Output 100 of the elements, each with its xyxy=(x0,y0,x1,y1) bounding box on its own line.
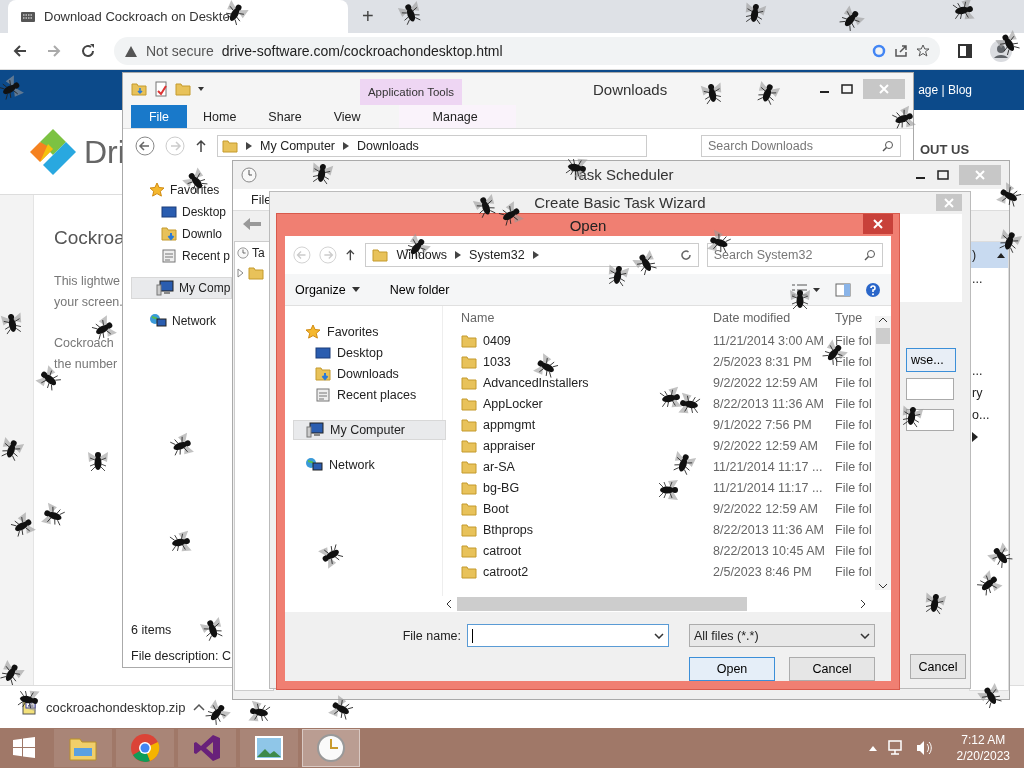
reload-icon[interactable] xyxy=(80,43,96,59)
caret-icon[interactable] xyxy=(193,703,206,711)
file-name: 1033 xyxy=(483,354,511,369)
nav-item[interactable]: Desktop xyxy=(305,345,442,361)
nav-link[interactable]: OUT US xyxy=(920,142,970,157)
open-button[interactable]: Open xyxy=(689,657,775,681)
file-row[interactable]: 0409 11/21/2014 3:00 AM File fol xyxy=(461,330,875,351)
chevron-icon[interactable] xyxy=(455,251,462,259)
file-row[interactable]: 1033 2/5/2023 8:31 PM File fol xyxy=(461,351,875,372)
star-icon[interactable] xyxy=(916,44,930,58)
refresh-icon[interactable] xyxy=(679,249,692,261)
file-tab[interactable]: File xyxy=(131,105,187,128)
properties-icon[interactable] xyxy=(153,81,169,97)
header-links[interactable]: age | Blog xyxy=(918,83,972,97)
share-icon[interactable] xyxy=(894,44,908,58)
organize-button[interactable]: Organize xyxy=(295,282,360,297)
ribbon-tab[interactable]: View xyxy=(317,105,377,128)
scroll-down-icon[interactable] xyxy=(878,582,888,590)
close-icon[interactable] xyxy=(863,214,893,234)
browse-button[interactable]: wse... xyxy=(906,348,956,372)
new-folder-icon xyxy=(175,82,191,96)
date-cell-text: 11/21/2014 11:17 ... xyxy=(713,480,824,495)
action-item[interactable]: o... xyxy=(970,404,1008,426)
file-type-dropdown[interactable]: All files (*.*) xyxy=(689,624,875,647)
dropdown-icon[interactable] xyxy=(197,85,205,93)
new-folder-button[interactable]: New folder xyxy=(389,282,450,297)
file-row[interactable]: appraiser 9/2/2022 12:59 AM File fol xyxy=(461,435,875,456)
chevron-icon[interactable] xyxy=(246,142,252,150)
action-item[interactable]: ... xyxy=(970,360,1008,382)
actions-header[interactable]: ) xyxy=(970,242,1008,268)
maximize-icon[interactable] xyxy=(937,170,949,180)
action-item[interactable]: ... xyxy=(970,268,1008,290)
nav-item[interactable]: My Comp xyxy=(131,277,232,299)
scroll-thumb[interactable] xyxy=(876,328,890,344)
star-icon xyxy=(305,324,321,340)
file-row[interactable]: Bthprops 8/22/2013 11:36 AM File fol xyxy=(461,519,875,540)
scroll-up-icon[interactable] xyxy=(878,316,888,324)
nav-item[interactable]: Network xyxy=(305,457,442,473)
nav-item[interactable]: Recent places xyxy=(305,387,442,403)
taskbar-button[interactable] xyxy=(178,729,236,767)
submenu-arrow-icon[interactable] xyxy=(972,432,978,442)
back-icon[interactable] xyxy=(12,43,28,59)
taskbar-button[interactable] xyxy=(302,729,360,767)
ribbon-tab[interactable]: Home xyxy=(187,105,253,128)
file-row[interactable]: catroot2 2/5/2023 8:46 PM File fol xyxy=(461,561,875,582)
file-row[interactable]: AdvancedInstallers 9/2/2022 12:59 AM File fol xyxy=(461,372,875,393)
nav-item[interactable]: Network xyxy=(123,312,232,329)
address-field[interactable]: My Computer Downloads xyxy=(217,135,647,157)
windows-start-icon[interactable] xyxy=(12,736,36,760)
nav-item[interactable]: Desktop xyxy=(123,203,232,220)
taskbar-button[interactable] xyxy=(116,729,174,767)
ribbon-tab[interactable]: Share xyxy=(252,105,318,128)
file-row[interactable]: catroot 8/22/2013 10:45 AM File fol xyxy=(461,540,875,561)
cancel-button[interactable]: Cancel xyxy=(789,657,875,681)
column-header[interactable]: Name xyxy=(461,311,713,325)
column-header[interactable]: Type xyxy=(835,311,873,325)
network-icon[interactable] xyxy=(886,740,905,756)
address-bar[interactable]: Not secure drive-software.com/cockroachondesktop.html xyxy=(114,37,940,65)
computer-icon xyxy=(156,280,174,296)
taskbar-button[interactable] xyxy=(240,729,298,767)
file-row[interactable]: Boot 9/2/2022 12:59 AM File fol xyxy=(461,498,875,519)
nav-item[interactable]: Favorites xyxy=(305,324,442,340)
show-hidden-icons-icon[interactable] xyxy=(868,745,877,751)
new-tab-button[interactable]: + xyxy=(356,5,380,28)
file-row[interactable]: AppLocker 8/22/2013 11:36 AM File fol xyxy=(461,393,875,414)
download-filename[interactable]: cockroachondesktop.zip xyxy=(46,699,186,715)
nav-item[interactable]: Recent p xyxy=(123,247,232,264)
text-field[interactable] xyxy=(906,378,954,400)
help-icon[interactable] xyxy=(865,281,881,298)
file-row[interactable]: bg-BG 11/21/2014 11:17 ... File fol xyxy=(461,477,875,498)
folder-icon[interactable] xyxy=(131,81,147,97)
scroll-right-icon[interactable] xyxy=(859,599,867,609)
cancel-button[interactable]: Cancel xyxy=(910,654,966,679)
column-header[interactable]: Date modified xyxy=(713,311,835,325)
nav-item[interactable]: Downloads xyxy=(305,366,442,382)
tree-item[interactable]: Ta xyxy=(252,246,265,260)
nav-item[interactable]: My Computer xyxy=(293,420,446,440)
chevron-icon[interactable] xyxy=(532,251,539,259)
expand-icon[interactable] xyxy=(237,268,245,278)
taskbar-clock[interactable]: 7:12 AM 2/20/2023 xyxy=(956,732,1010,764)
chevron-icon[interactable] xyxy=(343,142,350,150)
nav-item[interactable]: Downlo xyxy=(123,225,232,242)
search-field[interactable]: Search Downloads xyxy=(701,135,901,157)
volume-icon[interactable] xyxy=(914,740,933,756)
file-row[interactable]: appmgmt 9/1/2022 7:56 PM File fol xyxy=(461,414,875,435)
up-icon[interactable] xyxy=(195,139,207,153)
context-ribbon-tab[interactable]: Manage xyxy=(398,105,516,128)
up-icon[interactable] xyxy=(344,248,356,262)
maximize-icon[interactable] xyxy=(841,84,853,94)
back-icon[interactable] xyxy=(135,136,155,156)
file-row[interactable]: ar-SA 11/21/2014 11:17 ... File fol xyxy=(461,456,875,477)
view-options-icon[interactable] xyxy=(791,283,821,296)
nav-item[interactable]: Favorites xyxy=(123,181,232,198)
folder-icon xyxy=(461,501,477,516)
action-item[interactable]: ry xyxy=(970,382,1008,404)
search-field[interactable]: Search System32 xyxy=(706,243,883,267)
side-panel-icon[interactable] xyxy=(958,44,972,58)
file-name-field[interactable] xyxy=(467,624,669,647)
scroll-left-icon[interactable] xyxy=(445,599,453,609)
browser-tab[interactable]: Download Cockroach on Deskto xyxy=(8,0,348,33)
